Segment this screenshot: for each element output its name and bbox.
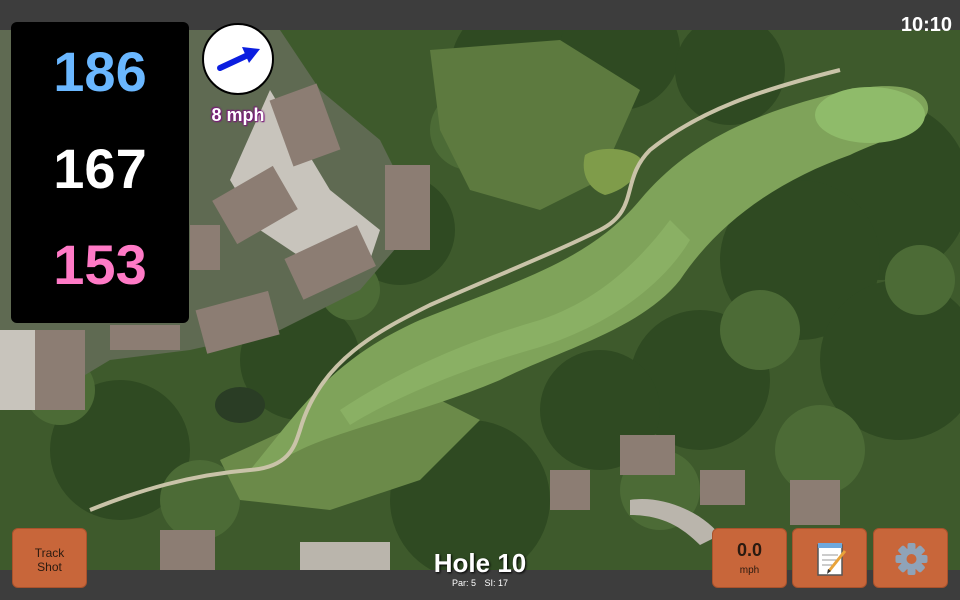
- track-shot-label-line2: Shot: [37, 560, 62, 574]
- hole-info: Par: 5 SI: 17: [380, 578, 580, 588]
- middle-distance: 167: [53, 137, 147, 200]
- gear-icon: [895, 543, 928, 575]
- wind-speed-label: 8 mph: [211, 105, 265, 125]
- hole-stroke-index: SI: 17: [484, 578, 509, 588]
- track-shot-button[interactable]: Track Shot: [12, 528, 87, 588]
- front-distance: 153: [53, 233, 147, 296]
- wind-unit: mph: [739, 565, 760, 576]
- notes-button[interactable]: [792, 528, 867, 588]
- wind-value: 0.0: [736, 540, 763, 560]
- notepad-icon: [817, 543, 847, 576]
- wind-direction-indicator: [202, 23, 274, 95]
- wind-button[interactable]: 0.0 mph: [712, 528, 787, 588]
- distance-panel: 186 167 153: [11, 22, 189, 323]
- hole-title: Hole 10: [433, 548, 527, 578]
- back-distance: 186: [53, 40, 147, 103]
- clock: 10:10: [900, 14, 952, 36]
- wind-arrow-icon: [217, 47, 260, 71]
- settings-button[interactable]: [873, 528, 948, 588]
- hole-par: Par: 5: [451, 578, 476, 588]
- track-shot-label-line1: Track: [34, 546, 65, 560]
